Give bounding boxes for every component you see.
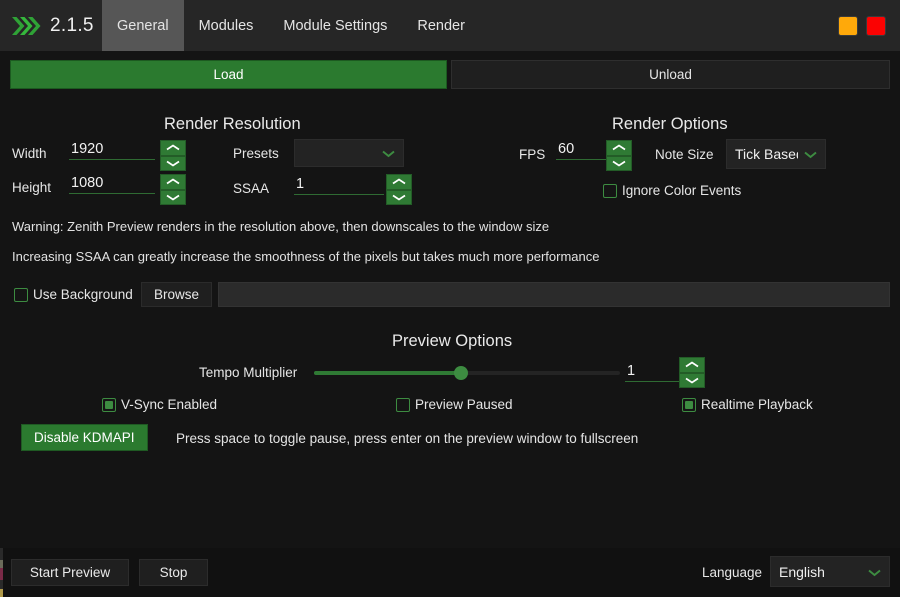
tempo-stepper-up[interactable]: [679, 357, 705, 373]
slider-fill: [314, 371, 461, 375]
checkbox-box: [603, 184, 617, 198]
slider-knob[interactable]: [454, 366, 468, 380]
zenith-window: 2.1.5 General Modules Module Settings Re…: [0, 0, 900, 597]
fps-input[interactable]: [556, 141, 606, 160]
tab-bar: General Modules Module Settings Render: [102, 0, 480, 51]
chevron-down-icon: [382, 145, 395, 161]
brand: 2.1.5: [0, 0, 102, 51]
width-label: Width: [12, 146, 47, 161]
warning-resolution: Warning: Zenith Preview renders in the r…: [12, 219, 549, 234]
ignore-color-events-checkbox[interactable]: Ignore Color Events: [603, 183, 741, 198]
presets-label: Presets: [233, 146, 279, 161]
close-button[interactable]: [866, 16, 886, 36]
start-preview-button[interactable]: Start Preview: [11, 559, 129, 586]
app-version: 2.1.5: [50, 15, 94, 37]
tab-render[interactable]: Render: [402, 0, 480, 51]
double-chevron-right-icon: [11, 15, 41, 37]
height-stepper-up[interactable]: [160, 174, 186, 190]
tempo-multiplier-slider[interactable]: [314, 365, 620, 381]
keyboard-hint: Press space to toggle pause, press enter…: [176, 431, 638, 446]
chevron-down-icon: [868, 564, 881, 580]
width-stepper-up[interactable]: [160, 140, 186, 156]
note-size-dropdown[interactable]: Tick Based: [726, 139, 826, 169]
bottom-bar: Start Preview Stop Language English: [0, 548, 900, 597]
height-stepper[interactable]: [160, 174, 186, 205]
fps-stepper-up[interactable]: [606, 140, 632, 156]
checkbox-box: [396, 398, 410, 412]
preview-options-title: Preview Options: [392, 332, 512, 351]
stop-button[interactable]: Stop: [139, 559, 208, 586]
ssaa-stepper-down[interactable]: [386, 190, 412, 206]
fps-label: FPS: [519, 147, 545, 162]
background-path-input[interactable]: [218, 282, 890, 307]
edge-color-strip: [0, 548, 3, 597]
use-background-checkbox[interactable]: Use Background: [14, 287, 133, 302]
width-input[interactable]: [69, 141, 155, 160]
ssaa-label: SSAA: [233, 181, 269, 196]
checkbox-box: [682, 398, 696, 412]
tab-module-settings[interactable]: Module Settings: [268, 0, 402, 51]
minimize-button[interactable]: [838, 16, 858, 36]
realtime-playback-checkbox[interactable]: Realtime Playback: [682, 397, 813, 412]
tempo-multiplier-label: Tempo Multiplier: [199, 365, 297, 380]
vsync-enabled-checkbox[interactable]: V-Sync Enabled: [102, 397, 217, 412]
ssaa-stepper[interactable]: [386, 174, 412, 205]
window-controls: [838, 0, 900, 51]
load-unload-row: Load Unload: [10, 60, 890, 89]
use-background-label: Use Background: [33, 287, 133, 302]
width-stepper-down[interactable]: [160, 156, 186, 172]
tab-general[interactable]: General: [102, 0, 184, 51]
vsync-enabled-label: V-Sync Enabled: [121, 397, 217, 412]
height-stepper-down[interactable]: [160, 190, 186, 206]
render-resolution-title: Render Resolution: [164, 115, 301, 134]
load-button[interactable]: Load: [10, 60, 447, 89]
ssaa-stepper-up[interactable]: [386, 174, 412, 190]
width-stepper[interactable]: [160, 140, 186, 171]
tempo-multiplier-input[interactable]: [625, 363, 681, 382]
ignore-color-events-label: Ignore Color Events: [622, 183, 741, 198]
language-value: English: [779, 564, 862, 580]
chevron-down-icon: [804, 146, 817, 162]
note-size-value: Tick Based: [735, 146, 798, 162]
language-label: Language: [702, 565, 762, 580]
warning-ssaa: Increasing SSAA can greatly increase the…: [12, 249, 599, 264]
fps-stepper-down[interactable]: [606, 156, 632, 172]
disable-kdmapi-button[interactable]: Disable KDMAPI: [21, 424, 148, 451]
tab-modules[interactable]: Modules: [184, 0, 269, 51]
height-label: Height: [12, 180, 51, 195]
fps-stepper[interactable]: [606, 140, 632, 171]
tempo-multiplier-stepper[interactable]: [679, 357, 705, 388]
note-size-label: Note Size: [655, 147, 714, 162]
preview-paused-label: Preview Paused: [415, 397, 513, 412]
checkbox-box: [14, 288, 28, 302]
unload-button[interactable]: Unload: [451, 60, 890, 89]
presets-dropdown[interactable]: [294, 139, 404, 167]
title-bar: 2.1.5 General Modules Module Settings Re…: [0, 0, 900, 51]
browse-button[interactable]: Browse: [141, 282, 212, 307]
checkbox-box: [102, 398, 116, 412]
language-dropdown[interactable]: English: [770, 556, 890, 587]
height-input[interactable]: [69, 175, 155, 194]
render-options-title: Render Options: [612, 115, 728, 134]
general-panel: Load Unload Render Resolution Width Heig…: [0, 51, 900, 548]
ssaa-input[interactable]: [294, 176, 384, 195]
realtime-playback-label: Realtime Playback: [701, 397, 813, 412]
preview-paused-checkbox[interactable]: Preview Paused: [396, 397, 513, 412]
tempo-stepper-down[interactable]: [679, 373, 705, 389]
